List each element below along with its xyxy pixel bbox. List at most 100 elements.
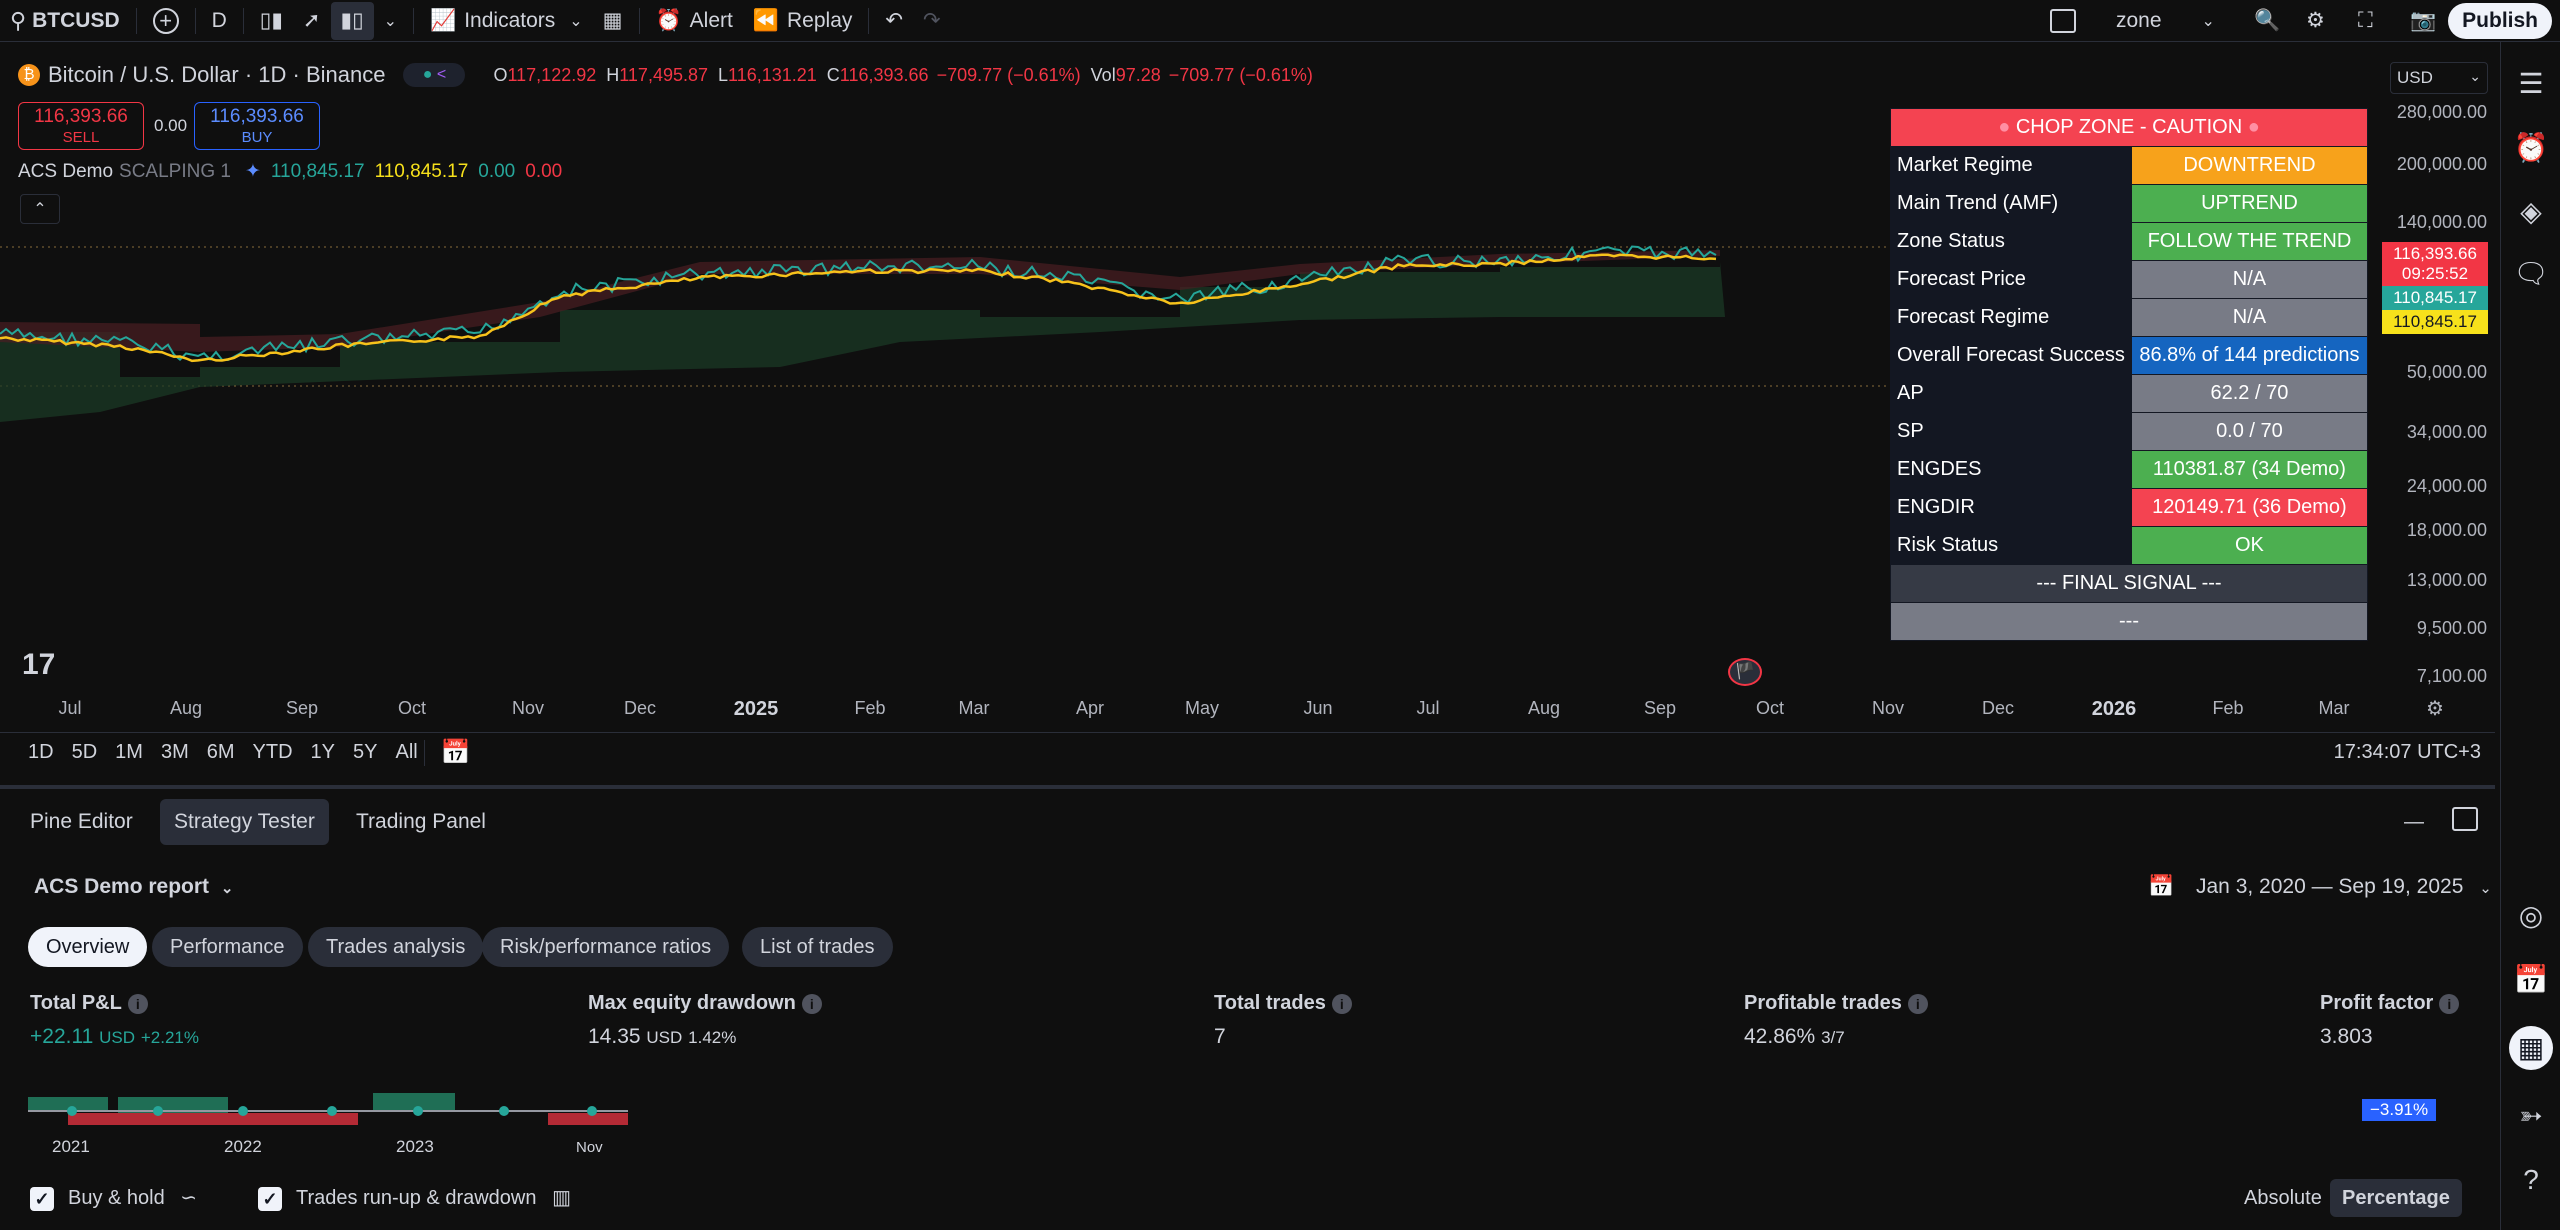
- sell-price: 116,393.66: [34, 106, 128, 127]
- layout-name-dropdown[interactable]: zone ⌄: [2106, 0, 2225, 42]
- undo-button[interactable]: ↶: [875, 0, 913, 42]
- publish-button[interactable]: Publish: [2448, 3, 2552, 39]
- checkmark-icon: ✓: [258, 1186, 282, 1211]
- candles-icon: ▮▯: [340, 9, 364, 32]
- apps-grid-icon[interactable]: ▦: [2509, 1026, 2553, 1070]
- line-style-button[interactable]: ➚: [293, 0, 331, 42]
- economic-event-icon[interactable]: 🏴: [1728, 658, 1762, 686]
- alert-button[interactable]: ⏰ Alert: [646, 0, 743, 42]
- sell-button[interactable]: 116,393.66 SELL: [18, 102, 144, 150]
- stream-icon[interactable]: ➳: [2513, 1098, 2549, 1134]
- time-tick: Feb: [2212, 698, 2244, 718]
- price-axis[interactable]: USD ⌄ 280,000.00 200,000.00 140,000.00 50,0…: [2370, 42, 2495, 742]
- table-header-text: CHOP ZONE - CAUTION: [2015, 116, 2243, 138]
- vol-key: Vol: [1090, 64, 1116, 85]
- row-value: OK: [2130, 526, 2369, 565]
- stat-pf-label: Profit factor: [2320, 992, 2434, 1014]
- layers-icon[interactable]: ◈: [2513, 194, 2549, 230]
- trade-dot: [153, 1106, 163, 1116]
- sparkle-icon: ✦: [244, 161, 261, 182]
- report-dropdown[interactable]: ACS Demo report ⌄: [34, 875, 233, 899]
- layout-square-button[interactable]: [2040, 0, 2086, 42]
- symbol-title[interactable]: Bitcoin / U.S. Dollar · 1D · Binance: [48, 62, 385, 88]
- table-row: Market Regime DOWNTREND: [1890, 146, 2369, 185]
- calendar-icon[interactable]: 📅: [2513, 962, 2549, 998]
- time-axis-settings-icon[interactable]: ⚙: [2426, 696, 2444, 721]
- symbol-search[interactable]: ⚲ BTCUSD: [0, 0, 130, 42]
- percentage-toggle[interactable]: Percentage: [2330, 1179, 2462, 1217]
- checkmark-icon: ✓: [30, 1186, 54, 1211]
- range-6m[interactable]: 6M: [207, 741, 235, 764]
- time-axis[interactable]: Jul Aug Sep Oct Nov Dec 2025 Feb Mar Apr May Jun Jul…: [0, 694, 2495, 724]
- range-3m[interactable]: 3M: [161, 741, 189, 764]
- date-range-picker[interactable]: 📅 Jan 3, 2020 — Sep 19, 2025 ⌄: [2148, 875, 2492, 899]
- low-key: L: [718, 64, 729, 85]
- info-icon[interactable]: i: [801, 993, 822, 1014]
- range-ytd[interactable]: YTD: [253, 741, 293, 764]
- candles-style-button[interactable]: ▮▯: [330, 1, 374, 40]
- collapse-legend-button[interactable]: ⌃: [20, 194, 60, 224]
- help-icon[interactable]: ?: [2513, 1162, 2549, 1198]
- templates-button[interactable]: ▦: [593, 0, 633, 42]
- clock-text[interactable]: 17:34:07 UTC+3: [2334, 741, 2481, 764]
- fullscreen-button[interactable]: ⛶: [2348, 0, 2383, 42]
- pill-performance[interactable]: Performance: [152, 927, 303, 967]
- range-1y[interactable]: 1Y: [311, 741, 335, 764]
- price-tick: 50,000.00: [2406, 362, 2487, 382]
- tab-strategy-tester[interactable]: Strategy Tester: [160, 799, 329, 845]
- range-5d[interactable]: 5D: [72, 741, 98, 764]
- watchlist-icon[interactable]: ☰: [2513, 66, 2549, 102]
- mini-month-nov: Nov: [576, 1139, 603, 1156]
- row-value: DOWNTREND: [2130, 146, 2369, 185]
- range-1m[interactable]: 1M: [115, 741, 143, 764]
- price-tick: 200,000.00: [2396, 154, 2487, 174]
- buy-hold-checkbox[interactable]: ✓ Buy & hold ∽: [30, 1185, 197, 1211]
- pill-risk-ratios[interactable]: Risk/performance ratios: [482, 927, 730, 967]
- currency-label: USD: [2397, 68, 2433, 87]
- time-tick: Jul: [58, 698, 82, 718]
- date-range: Jan 3, 2020 — Sep 19, 2025: [2196, 875, 2464, 898]
- indicators-icon: 📈: [430, 8, 457, 32]
- info-icon[interactable]: i: [2439, 993, 2460, 1014]
- pill-list-of-trades[interactable]: List of trades: [742, 927, 893, 967]
- trade-dot: [499, 1106, 509, 1116]
- info-icon[interactable]: i: [127, 993, 148, 1014]
- tab-trading-panel[interactable]: Trading Panel: [342, 799, 500, 845]
- chart-area[interactable]: ₿ Bitcoin / U.S. Dollar · 1D · Binance ●…: [0, 42, 2495, 782]
- runup-checkbox[interactable]: ✓ Trades run-up & drawdown ▥: [258, 1185, 571, 1211]
- interval-button[interactable]: D: [202, 0, 237, 42]
- calendar-range-icon[interactable]: 📅: [441, 738, 471, 767]
- time-tick: Sep: [285, 698, 319, 718]
- pill-trades-analysis[interactable]: Trades analysis: [308, 927, 484, 967]
- equity-mini-chart[interactable]: [28, 1089, 638, 1149]
- tab-pine-editor[interactable]: Pine Editor: [16, 799, 147, 845]
- indicator-legend[interactable]: ACS Demo SCALPING 1 ✦ 110,845.17 110,845…: [18, 160, 562, 183]
- stat-pnl-label: Total P&L: [30, 992, 122, 1014]
- eye-badge[interactable]: ● <: [403, 63, 466, 87]
- stat-dd-header: Max equity drawdown i: [588, 992, 822, 1015]
- minimize-icon[interactable]: —: [2404, 811, 2424, 834]
- pill-overview[interactable]: Overview: [28, 927, 148, 967]
- range-5y[interactable]: 5Y: [353, 741, 377, 764]
- chat-icon[interactable]: 🗨: [2513, 256, 2549, 292]
- quick-search-button[interactable]: 🔍: [2244, 0, 2290, 42]
- info-icon[interactable]: i: [1331, 993, 1352, 1014]
- snapshot-button[interactable]: 📷: [2400, 0, 2446, 42]
- redo-button[interactable]: ↷: [913, 0, 951, 42]
- negative-badge: −3.91%: [2362, 1099, 2437, 1121]
- currency-dropdown[interactable]: USD ⌄: [2390, 62, 2488, 94]
- alarm-clock-icon[interactable]: ⏰: [2513, 130, 2549, 166]
- range-all[interactable]: All: [395, 741, 417, 764]
- buy-button[interactable]: 116,393.66 BUY: [194, 102, 320, 150]
- target-icon[interactable]: ◎: [2513, 898, 2549, 934]
- chart-type-dropdown[interactable]: ⌄: [374, 0, 407, 42]
- indicators-button[interactable]: 📈 Indicators ⌄: [420, 0, 593, 42]
- replay-button[interactable]: ⏪ Replay: [743, 0, 863, 42]
- info-icon[interactable]: i: [1907, 993, 1928, 1014]
- compare-button[interactable]: +: [143, 0, 189, 42]
- bar-style-button[interactable]: ▯▮: [250, 0, 293, 42]
- absolute-toggle[interactable]: Absolute: [2232, 1179, 2334, 1217]
- settings-button[interactable]: ⚙: [2296, 0, 2335, 42]
- maximize-icon[interactable]: [2452, 807, 2478, 831]
- range-1d[interactable]: 1D: [28, 741, 54, 764]
